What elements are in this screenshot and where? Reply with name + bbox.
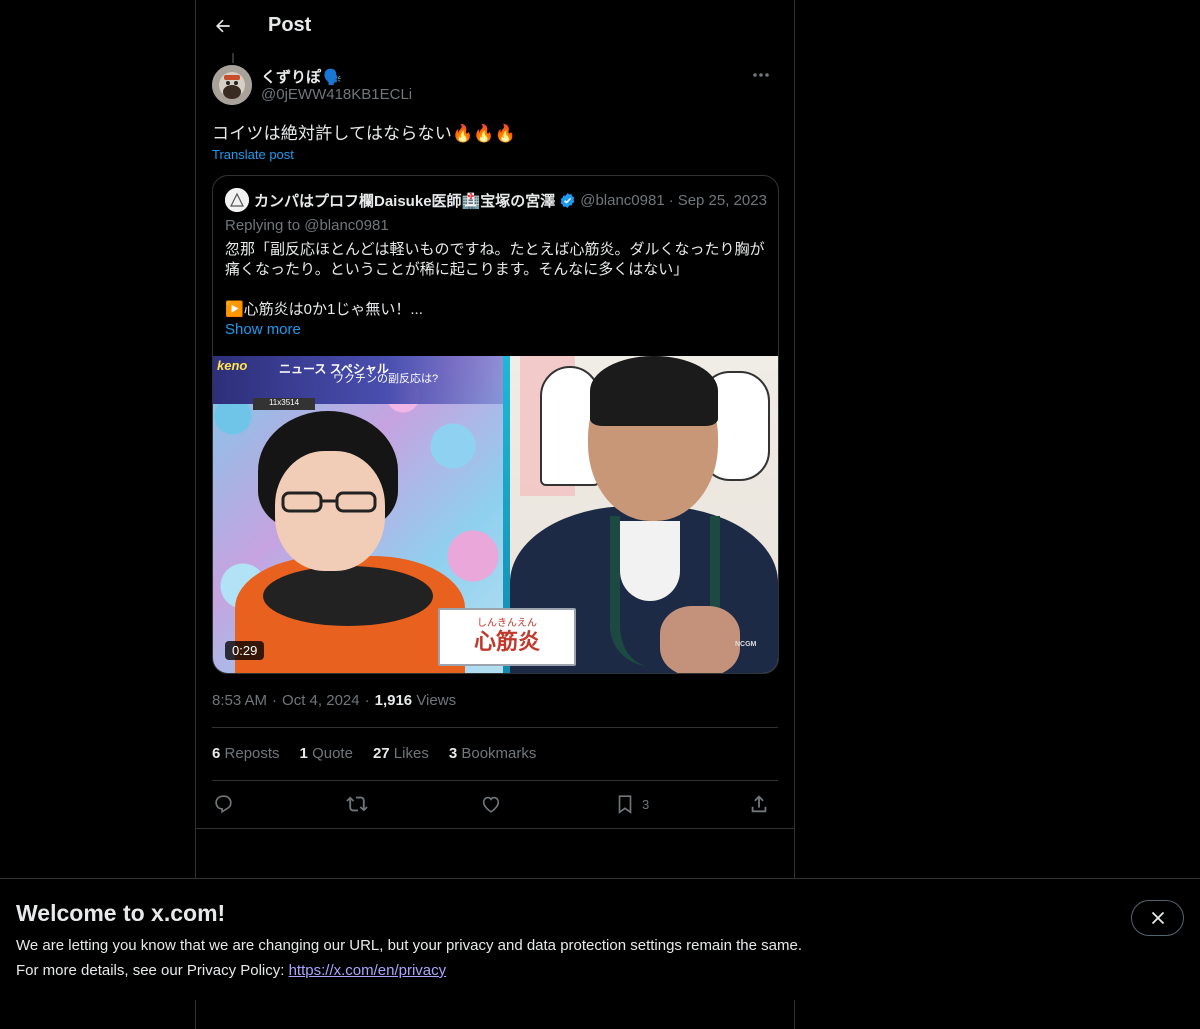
like-button[interactable] xyxy=(480,790,502,818)
bookmarks-stat[interactable]: 3 Bookmarks xyxy=(449,745,537,762)
post-time[interactable]: 8:53 AM xyxy=(212,692,267,709)
quote-date: Sep 25, 2023 xyxy=(677,191,767,209)
quoted-post[interactable]: カンパはプロフ欄Daisuke医師🏥宝塚の宮澤 @blanc0981 · Sep… xyxy=(212,175,779,674)
welcome-title: Welcome to x.com! xyxy=(16,900,226,926)
primary-column: Post くずりぽ 🗣️ @0jEWW418KB1ECLi コイツは絶対許してはな… xyxy=(195,0,795,1029)
likes-stat[interactable]: 27 Likes xyxy=(373,745,429,762)
quotes-stat[interactable]: 1 Quote xyxy=(300,745,353,762)
video-caption: しんきんえん 心筋炎 xyxy=(438,608,576,666)
quote-header: カンパはプロフ欄Daisuke医師🏥宝塚の宮澤 @blanc0981 · Sep… xyxy=(225,188,767,212)
translate-post-link[interactable]: Translate post xyxy=(212,147,294,162)
quote-paragraph-2: ▶️心筋炎は0か1じゃ無い！... xyxy=(225,301,423,318)
close-banner-button[interactable] xyxy=(1131,900,1184,936)
post-author: くずりぽ 🗣️ @0jEWW418KB1ECLi xyxy=(212,65,778,107)
separator-dot: · xyxy=(272,692,278,709)
quotes-label: Quote xyxy=(312,745,353,762)
share-button[interactable] xyxy=(748,790,770,818)
arrow-left-icon xyxy=(216,19,230,33)
video-corner-text: NCGM xyxy=(735,641,757,648)
replying-to: Replying to @blanc0981 xyxy=(225,217,389,234)
views-count: 1,916 xyxy=(374,692,413,709)
video-banner-stat: 11x3514 xyxy=(253,398,315,410)
speaking-head-icon: 🗣️ xyxy=(323,69,342,86)
quote-handle: @blanc0981 xyxy=(580,191,665,209)
quote-body: 忽那「副反応ほとんどは軽いものですね。たとえば心筋炎。ダルくなったり胸が痛くなっ… xyxy=(225,240,770,320)
video-banner-logo: keno xyxy=(217,358,248,373)
quote-avatar xyxy=(225,188,249,212)
welcome-banner: Welcome to x.com! We are letting you kno… xyxy=(0,878,1200,1000)
video-figure-collar xyxy=(263,566,433,626)
divider xyxy=(212,727,778,728)
repost-button[interactable] xyxy=(346,790,368,818)
repost-icon xyxy=(346,796,368,812)
action-bar: 3 xyxy=(212,790,778,818)
bookmarks-count: 3 xyxy=(448,745,458,762)
quotes-count: 1 xyxy=(299,745,308,762)
views-label: Views xyxy=(416,692,457,709)
video-caption-main: 心筋炎 xyxy=(473,629,540,654)
more-options-button[interactable] xyxy=(744,65,778,85)
show-more-link[interactable]: Show more xyxy=(225,321,301,338)
reposts-stat[interactable]: 6 Reposts xyxy=(212,745,280,762)
bookmark-button[interactable]: 3 xyxy=(614,790,649,818)
bookmark-icon xyxy=(618,795,632,814)
avatar[interactable] xyxy=(212,65,252,105)
user-handle[interactable]: @0jEWW418KB1ECLi xyxy=(261,86,412,103)
video-player[interactable]: keno ニュース スペシャル ワクチンの副反応は? 11x3514 NCGM xyxy=(213,356,778,673)
privacy-policy-link[interactable]: https://x.com/en/privacy xyxy=(289,962,447,979)
back-button[interactable] xyxy=(208,11,238,41)
video-caption-ruby: しんきんえん xyxy=(477,618,537,629)
likes-count: 27 xyxy=(372,745,390,762)
quote-display-name: カンパはプロフ欄Daisuke医師🏥宝塚の宮澤 xyxy=(254,192,556,210)
welcome-policy-line: For more details, see our Privacy Policy… xyxy=(16,962,446,979)
reply-icon xyxy=(215,795,232,814)
verified-badge-icon xyxy=(559,192,576,209)
video-banner-subtitle: ワクチンの副反応は? xyxy=(333,373,439,385)
divider xyxy=(212,780,778,781)
more-icon xyxy=(753,73,769,77)
video-figure-glasses xyxy=(281,491,377,513)
divider xyxy=(196,828,794,829)
welcome-policy-prefix: For more details, see our Privacy Policy… xyxy=(16,962,289,979)
replying-to-handle: @blanc0981 xyxy=(304,217,389,234)
close-icon xyxy=(1151,911,1164,925)
video-figure-hand xyxy=(660,606,740,673)
post-date[interactable]: Oct 4, 2024 xyxy=(282,692,360,709)
post-text: コイツは絶対許してはならない🔥🔥🔥 xyxy=(212,124,517,143)
engagement-stats: 6 Reposts 1 Quote 27 Likes 3 Bookmarks xyxy=(212,745,556,762)
welcome-message: We are letting you know that we are chan… xyxy=(16,937,802,954)
reply-button[interactable] xyxy=(212,790,234,818)
quote-paragraph-1: 忽那「副反応ほとんどは軽いものですね。たとえば心筋炎。ダルくなったり胸が痛くなっ… xyxy=(225,241,765,278)
avatar-image xyxy=(212,65,252,105)
likes-label: Likes xyxy=(393,745,429,762)
share-icon xyxy=(751,795,767,813)
thread-connector xyxy=(232,53,234,63)
post-meta: 8:53 AM · Oct 4, 2024 · 1,916 Views xyxy=(212,692,456,709)
video-duration: 0:29 xyxy=(225,641,265,660)
bookmark-count: 3 xyxy=(642,796,650,812)
display-name[interactable]: くずりぽ 🗣️ xyxy=(261,66,342,87)
page-title: Post xyxy=(268,14,312,36)
replying-to-label: Replying to xyxy=(225,217,301,234)
separator-dot: · xyxy=(364,692,370,709)
video-figure-hair xyxy=(590,356,718,426)
separator-dot: · xyxy=(668,191,674,209)
heart-icon xyxy=(482,796,500,813)
reposts-count: 6 xyxy=(212,745,221,762)
top-bar: Post xyxy=(196,0,794,53)
video-banner: keno ニュース スペシャル ワクチンの副反応は? 11x3514 xyxy=(213,356,505,410)
reposts-label: Reposts xyxy=(224,745,280,762)
display-name-text: くずりぽ xyxy=(261,69,322,86)
bookmarks-label: Bookmarks xyxy=(461,745,537,762)
